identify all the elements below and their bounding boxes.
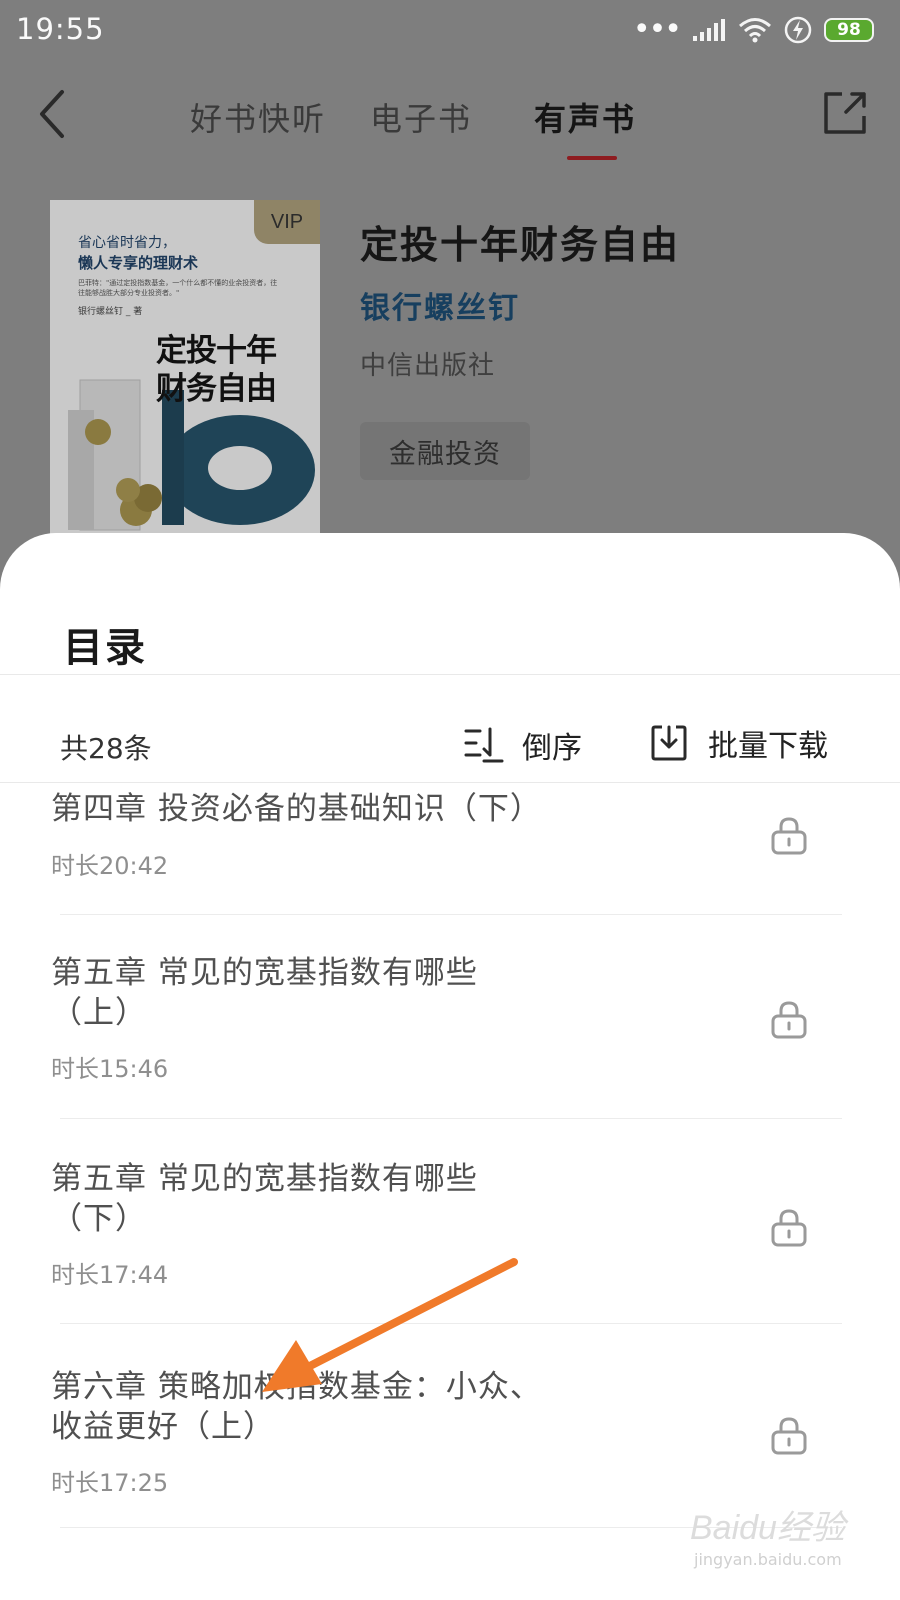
sort-icon: [464, 727, 504, 763]
toc-sheet: 目录 共28条 倒序 批量下载 第四章 投资必备的基础知识（下） 时长20:42…: [0, 533, 900, 1600]
cover-title: 定投十年 财务自由: [156, 332, 277, 408]
chapter-title: 第四章 投资必备的基础知识（下）: [51, 791, 542, 827]
signal-icon: [693, 19, 725, 41]
list-separator: [60, 914, 842, 915]
top-navigation: 好书快听 电子书 有声书: [0, 70, 900, 170]
divider: [0, 674, 900, 675]
tab-bar: 好书快听 电子书 有声书: [190, 94, 680, 160]
book-cover[interactable]: VIP 省心省时省力， 懒人专享的理财术 巴菲特："通过定投指数基金，一个什么都…: [50, 200, 320, 535]
book-publisher: 中信出版社: [360, 351, 496, 381]
batch-download-label: 批量下载: [708, 729, 828, 764]
chapter-item[interactable]: 第五章 常见的宽基指数有哪些（下） 时长17:44: [0, 1159, 900, 1329]
vip-badge: VIP: [254, 200, 320, 244]
list-separator: [60, 1323, 842, 1324]
category-tag[interactable]: 金融投资: [360, 422, 530, 480]
book-author-link[interactable]: 银行螺丝钉: [360, 283, 520, 327]
cover-author: 银行螺丝钉 _ 著: [78, 307, 143, 317]
chevron-left-icon: [40, 90, 64, 138]
charging-icon: [784, 16, 812, 44]
watermark: Baidu经验 jingyan.baidu.com: [690, 1500, 890, 1580]
chapter-title: 第六章 策略加权指数基金：小众、收益更好（上）: [51, 1369, 542, 1445]
cover-title-line-1: 定投十年: [156, 333, 277, 369]
more-dots-icon: •••: [632, 12, 682, 47]
chapter-duration: 时长15:46: [51, 1055, 169, 1083]
share-icon: [824, 92, 866, 134]
share-button[interactable]: [820, 88, 870, 138]
cover-tagline-bold: 懒人专享的理财术: [78, 254, 199, 272]
lock-icon: [771, 1417, 807, 1455]
status-bar: 19:55 ••• 98: [0, 0, 900, 62]
cover-blurb: 巴菲特："通过定投指数基金，一个什么都不懂的业余投资者，往往能够战胜大部分专业投…: [78, 279, 278, 297]
active-tab-indicator: [567, 156, 618, 160]
lock-icon: [771, 1209, 807, 1247]
chapter-title: 第五章 常见的宽基指数有哪些（下）: [51, 1161, 478, 1237]
cover-tagline: 省心省时省力，: [78, 235, 176, 251]
reverse-order-button[interactable]: 倒序: [464, 723, 582, 767]
batch-download-button[interactable]: 批量下载: [650, 719, 828, 767]
chapter-count: 共28条: [60, 732, 152, 765]
chapter-item[interactable]: 第四章 投资必备的基础知识（下） 时长20:42: [0, 789, 900, 913]
tab-audiobook-label: 有声书: [534, 100, 637, 138]
download-icon: [651, 725, 687, 761]
chapter-item[interactable]: 第五章 常见的宽基指数有哪些（上） 时长15:46: [0, 951, 900, 1121]
reverse-order-label: 倒序: [522, 731, 582, 766]
divider: [0, 782, 900, 783]
tab-quick-listen[interactable]: 好书快听: [190, 94, 326, 154]
book-title: 定投十年财务自由: [360, 223, 681, 267]
list-separator: [60, 1118, 842, 1119]
wifi-icon: [739, 18, 771, 43]
tab-audiobook[interactable]: 有声书: [534, 94, 637, 160]
lock-icon: [771, 1001, 807, 1039]
chapter-duration: 时长20:42: [51, 852, 169, 880]
toc-title: 目录: [63, 625, 147, 671]
cover-title-line-2: 财务自由: [156, 371, 277, 407]
status-time: 19:55: [16, 12, 105, 46]
watermark-brand: Baidu经验: [690, 1509, 845, 1547]
status-icons: ••• 98: [633, 14, 874, 46]
book-detail-page: 19:55 ••• 98 好书快听 电子书 有声书 VIP 省心省时省力， 懒人…: [0, 0, 900, 600]
battery-indicator: 98: [824, 18, 874, 42]
watermark-url: jingyan.baidu.com: [694, 1550, 842, 1569]
chapter-duration: 时长17:25: [51, 1469, 169, 1497]
lock-icon: [771, 817, 807, 855]
chapter-duration: 时长17:44: [51, 1261, 169, 1289]
tab-ebook[interactable]: 电子书: [370, 94, 472, 154]
back-button[interactable]: [28, 84, 78, 144]
chapter-title: 第五章 常见的宽基指数有哪些（上）: [51, 955, 478, 1031]
